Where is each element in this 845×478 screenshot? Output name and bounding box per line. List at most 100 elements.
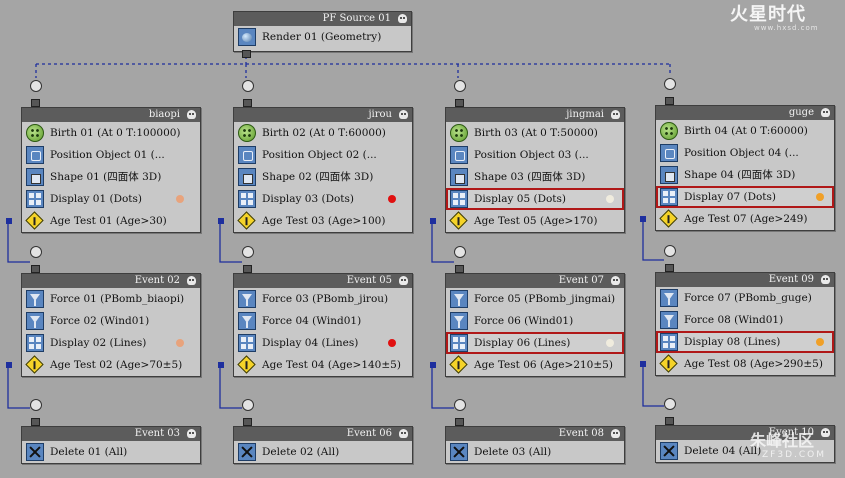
event-input-circle[interactable]	[664, 398, 676, 410]
operator-row[interactable]: Age Test 05 (Age>170)	[430, 210, 624, 232]
event-input-stub[interactable]	[665, 264, 674, 272]
event-input-stub[interactable]	[243, 418, 252, 426]
event-input-circle[interactable]	[664, 245, 676, 257]
event-node[interactable]: Event 07 Force 05 (PBomb_jingmai) Force 06…	[430, 273, 625, 377]
operator-row[interactable]: Force 05 (PBomb_jingmai)	[446, 288, 624, 310]
event-input-stub[interactable]	[665, 97, 674, 105]
node-header[interactable]: guge	[656, 106, 834, 120]
operator-row[interactable]: Age Test 07 (Age>249)	[640, 208, 834, 230]
event-input-circle[interactable]	[242, 246, 254, 258]
operator-row[interactable]: Force 07 (PBomb_guge)	[656, 287, 834, 309]
node-header[interactable]: PF Source 01	[234, 12, 411, 26]
operator-row[interactable]: Display 01 (Dots)	[22, 188, 200, 210]
display-color-dot[interactable]	[816, 338, 824, 346]
event-node[interactable]: guge Birth 04 (At 0 T:60000) Position Obje…	[640, 105, 835, 231]
operator-row[interactable]: Birth 03 (At 0 T:50000)	[446, 122, 624, 144]
event-input-stub[interactable]	[31, 265, 40, 273]
node-header[interactable]: Event 09	[656, 273, 834, 287]
event-node[interactable]: Event 03 Delete 01 (All)	[21, 426, 201, 464]
source-output-stub[interactable]	[242, 50, 251, 58]
operator-row[interactable]: Display 08 (Lines)	[656, 331, 834, 353]
operator-row[interactable]: Force 01 (PBomb_biaopi)	[22, 288, 200, 310]
operator-row[interactable]: Force 08 (Wind01)	[656, 309, 834, 331]
test-output-connector[interactable]	[6, 362, 12, 368]
operator-row[interactable]: Display 06 (Lines)	[446, 332, 624, 354]
operator-row[interactable]: Age Test 01 (Age>30)	[6, 210, 200, 232]
test-output-connector[interactable]	[430, 362, 436, 368]
event-input-circle[interactable]	[30, 399, 42, 411]
event-node[interactable]: jirou Birth 02 (At 0 T:60000) Position Obj…	[218, 107, 413, 233]
event-input-stub[interactable]	[455, 265, 464, 273]
operator-row[interactable]: Age Test 06 (Age>210±5)	[430, 354, 624, 376]
event-node[interactable]: biaopi Birth 01 (At 0 T:100000) Position O…	[6, 107, 201, 233]
event-input-stub[interactable]	[455, 418, 464, 426]
operator-row[interactable]: Delete 03 (All)	[446, 441, 624, 463]
operator-row[interactable]: Display 04 (Lines)	[234, 332, 412, 354]
operator-row[interactable]: Delete 02 (All)	[234, 441, 412, 463]
event-input-circle[interactable]	[454, 80, 466, 92]
event-input-circle[interactable]	[454, 399, 466, 411]
event-input-stub[interactable]	[665, 417, 674, 425]
event-input-circle[interactable]	[30, 246, 42, 258]
test-output-connector[interactable]	[640, 361, 646, 367]
operator-row[interactable]: Birth 02 (At 0 T:60000)	[234, 122, 412, 144]
operator-row[interactable]: Position Object 02 (...	[234, 144, 412, 166]
node-header[interactable]: jirou	[234, 108, 412, 122]
event-node[interactable]: Event 06 Delete 02 (All)	[233, 426, 413, 464]
display-color-dot[interactable]	[816, 193, 824, 201]
event-input-circle[interactable]	[664, 78, 676, 90]
operator-row[interactable]: Shape 02 (四面体 3D)	[234, 166, 412, 188]
event-node[interactable]: Event 08 Delete 03 (All)	[445, 426, 625, 464]
display-color-dot[interactable]	[606, 339, 614, 347]
node-header[interactable]: Event 05	[234, 274, 412, 288]
event-input-stub[interactable]	[455, 99, 464, 107]
operator-row[interactable]: Position Object 04 (...	[656, 142, 834, 164]
event-input-circle[interactable]	[454, 246, 466, 258]
operator-row[interactable]: Age Test 03 (Age>100)	[218, 210, 412, 232]
operator-row[interactable]: Force 04 (Wind01)	[234, 310, 412, 332]
node-header[interactable]: Event 07	[446, 274, 624, 288]
display-color-dot[interactable]	[388, 195, 396, 203]
test-output-connector[interactable]	[218, 218, 224, 224]
operator-row[interactable]: Display 03 (Dots)	[234, 188, 412, 210]
operator-row[interactable]: Force 03 (PBomb_jirou)	[234, 288, 412, 310]
operator-row[interactable]: Display 05 (Dots)	[446, 188, 624, 210]
node-header[interactable]: Event 03	[22, 427, 200, 441]
event-input-stub[interactable]	[243, 99, 252, 107]
node-header[interactable]: biaopi	[22, 108, 200, 122]
operator-row[interactable]: Shape 01 (四面体 3D)	[22, 166, 200, 188]
operator-row[interactable]: Delete 01 (All)	[22, 441, 200, 463]
operator-row[interactable]: Position Object 03 (...	[446, 144, 624, 166]
operator-row[interactable]: Birth 01 (At 0 T:100000)	[22, 122, 200, 144]
operator-row[interactable]: Force 06 (Wind01)	[446, 310, 624, 332]
event-node[interactable]: jingmai Birth 03 (At 0 T:50000) Position O…	[430, 107, 625, 233]
display-color-dot[interactable]	[176, 195, 184, 203]
test-output-connector[interactable]	[640, 216, 646, 222]
operator-row[interactable]: Position Object 01 (...	[22, 144, 200, 166]
operator-row[interactable]: Age Test 04 (Age>140±5)	[218, 354, 412, 376]
test-output-connector[interactable]	[430, 218, 436, 224]
display-color-dot[interactable]	[606, 195, 614, 203]
operator-row[interactable]: Shape 03 (四面体 3D)	[446, 166, 624, 188]
event-input-stub[interactable]	[243, 265, 252, 273]
operator-row[interactable]: Force 02 (Wind01)	[22, 310, 200, 332]
event-input-circle[interactable]	[242, 399, 254, 411]
event-node[interactable]: Event 05 Force 03 (PBomb_jirou) Force 04 (…	[218, 273, 413, 377]
event-input-circle[interactable]	[30, 80, 42, 92]
operator-row[interactable]: Display 02 (Lines)	[22, 332, 200, 354]
event-node[interactable]: Event 02 Force 01 (PBomb_biaopi) Force 02 …	[6, 273, 201, 377]
event-input-stub[interactable]	[31, 99, 40, 107]
operator-row[interactable]: Display 07 (Dots)	[656, 186, 834, 208]
node-header[interactable]: Event 02	[22, 274, 200, 288]
event-node[interactable]: Event 09 Force 07 (PBomb_guge) Force 08 (W…	[640, 272, 835, 376]
operator-row[interactable]: Age Test 02 (Age>70±5)	[6, 354, 200, 376]
event-input-circle[interactable]	[242, 80, 254, 92]
pf-source-node[interactable]: PF Source 01 Render 01 (Geometry)	[233, 11, 412, 52]
test-output-connector[interactable]	[218, 362, 224, 368]
operator-row[interactable]: Birth 04 (At 0 T:60000)	[656, 120, 834, 142]
test-output-connector[interactable]	[6, 218, 12, 224]
node-header[interactable]: Event 08	[446, 427, 624, 441]
operator-row[interactable]: Age Test 08 (Age>290±5)	[640, 353, 834, 375]
display-color-dot[interactable]	[176, 339, 184, 347]
operator-render[interactable]: Render 01 (Geometry)	[234, 26, 411, 48]
